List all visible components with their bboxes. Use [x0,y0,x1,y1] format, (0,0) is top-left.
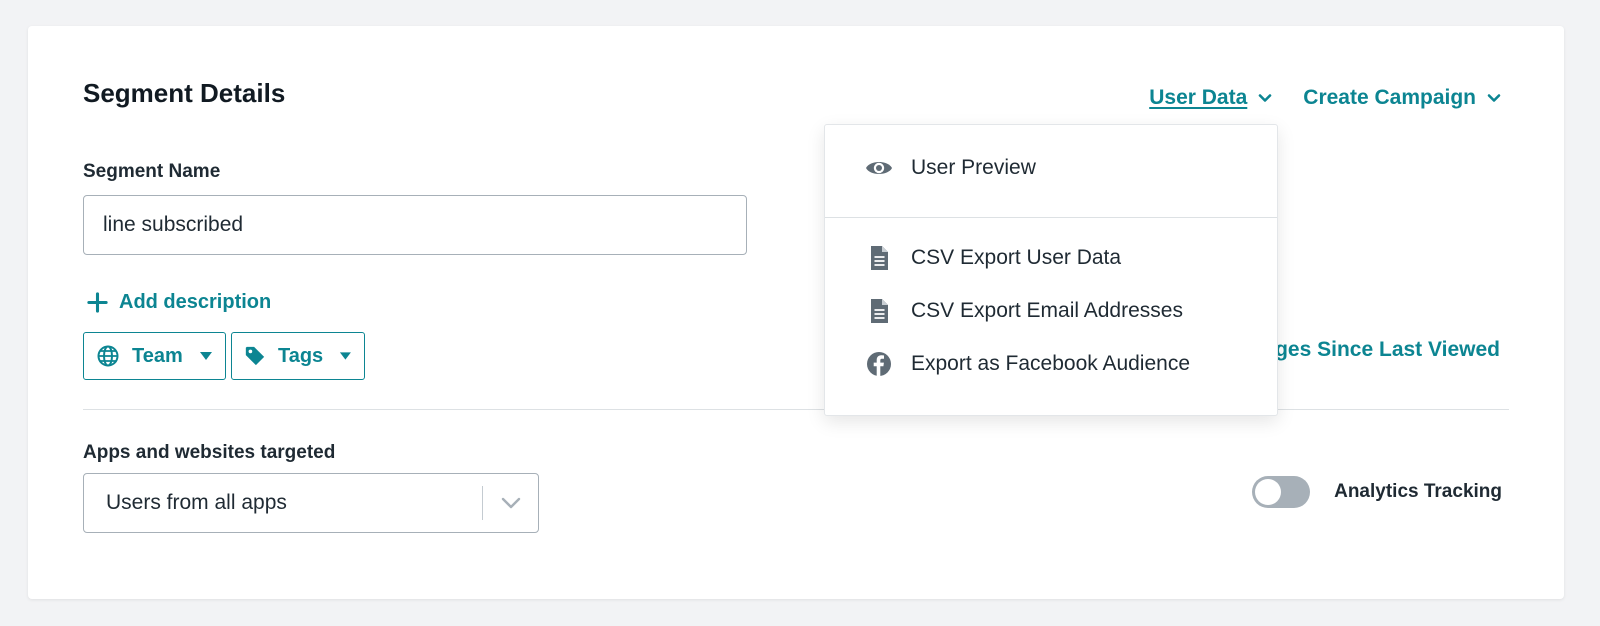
menu-divider [825,217,1277,218]
user-data-dropdown-menu: User Preview CSV Export User Data CSV Ex… [824,124,1278,416]
chevron-down-icon [1258,94,1272,102]
tag-icon [245,346,265,366]
menu-item-export-facebook-audience[interactable]: Export as Facebook Audience [865,350,1190,378]
changes-since-last-viewed-link[interactable]: ges Since Last Viewed [1275,338,1500,362]
chevron-down-icon [501,497,520,509]
menu-item-csv-export-email-addresses[interactable]: CSV Export Email Addresses [865,297,1183,325]
menu-item-user-preview[interactable]: User Preview [865,154,1036,182]
segment-name-label: Segment Name [83,161,221,182]
section-divider [83,409,1509,410]
facebook-icon [867,352,891,376]
segment-name-input[interactable]: line subscribed [83,195,747,255]
create-campaign-label: Create Campaign [1303,86,1476,109]
chevron-down-icon [1487,94,1501,102]
eye-icon [866,162,892,174]
caret-down-icon [340,352,352,360]
user-data-label: User Data [1149,86,1248,109]
user-data-menu-button[interactable]: User Data [1149,86,1273,110]
analytics-tracking-control: Analytics Tracking [1252,476,1502,508]
caret-down-icon [199,352,212,360]
header-actions: User Data Create Campaign [1149,86,1502,110]
add-description-label: Add description [119,291,272,313]
toggle-knob [1255,479,1282,505]
plus-icon [87,292,108,313]
menu-item-label: User Preview [911,156,1036,179]
segment-details-card: Segment Details User Data Create Campaig… [28,26,1564,599]
menu-item-label: CSV Export Email Addresses [911,299,1183,322]
analytics-tracking-toggle[interactable] [1252,476,1311,508]
menu-item-csv-export-user-data[interactable]: CSV Export User Data [865,244,1121,272]
menu-item-label: CSV Export User Data [911,246,1122,269]
tags-label: Tags [277,344,324,367]
apps-selected-value: Users from all apps [106,491,287,514]
apps-targeted-label: Apps and websites targeted [83,442,336,463]
page-title: Segment Details [83,78,286,108]
analytics-tracking-label: Analytics Tracking [1334,481,1502,502]
apps-targeted-select[interactable]: Users from all apps [83,473,539,533]
team-dropdown-button[interactable]: Team [83,332,226,380]
select-arrow[interactable] [483,497,538,509]
document-icon [871,299,888,323]
globe-icon [97,345,119,367]
document-icon [871,246,888,270]
tags-dropdown-button[interactable]: Tags [231,332,365,380]
add-description-button[interactable]: Add description [86,291,271,314]
menu-item-label: Export as Facebook Audience [911,352,1191,375]
team-label: Team [132,344,183,367]
create-campaign-menu-button[interactable]: Create Campaign [1303,86,1502,110]
